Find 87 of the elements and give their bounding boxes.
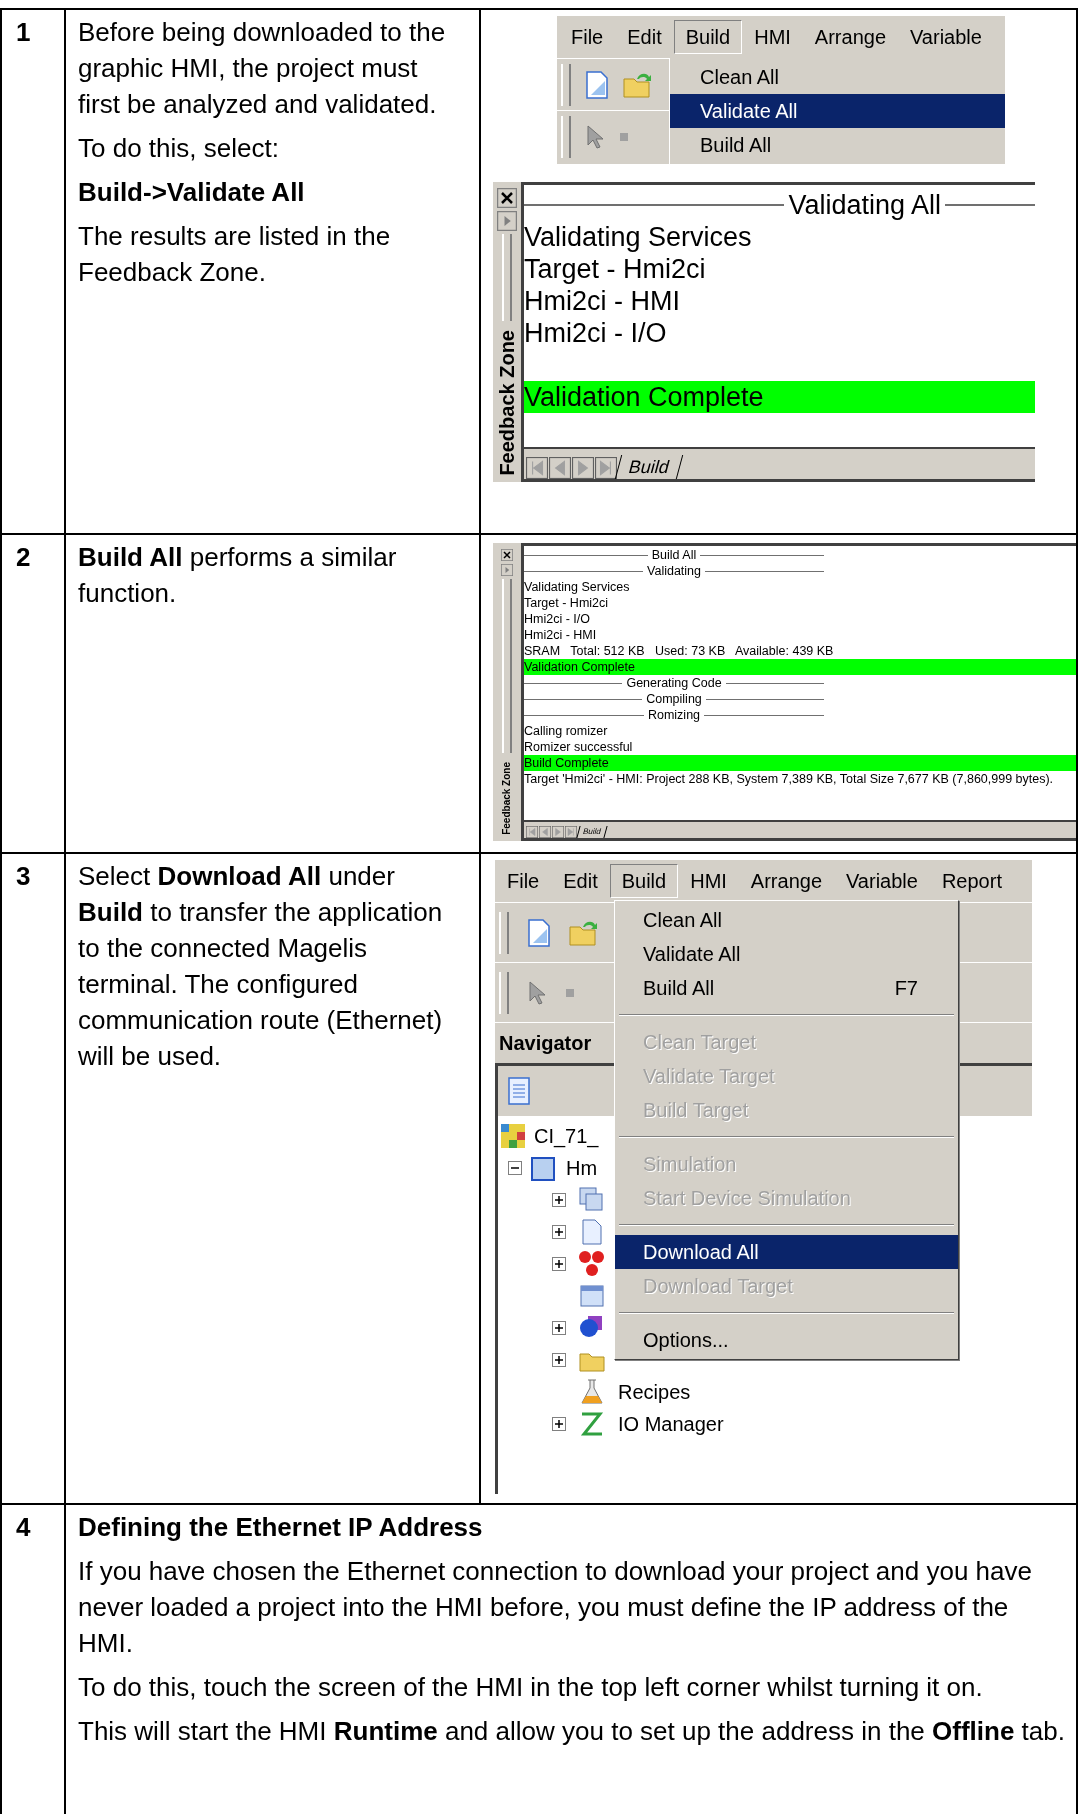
paragraph: This will start the HMI Runtime and allow you to set up the address in the Offline tab. (78, 1715, 1066, 1748)
paragraph: Defining the Ethernet IP Address (78, 1511, 484, 1544)
window-icon (578, 1282, 606, 1310)
minus-box-icon[interactable] (508, 1161, 522, 1175)
paragraph: Select Download All under Build to transfer the application to the connected Magelis terminal. The configured communication route (Ethernet) will be used. (78, 860, 444, 1073)
flask-icon (578, 1378, 606, 1406)
scroll-arrow-icon[interactable] (565, 826, 577, 838)
log-line: Hmi2ci - HMI (524, 627, 598, 643)
square-icon (530, 1154, 558, 1182)
log-line: Calling romizer (524, 723, 609, 739)
close-icon[interactable] (497, 188, 517, 208)
scroll-arrow-icon[interactable] (552, 826, 564, 838)
document-icon[interactable] (527, 918, 551, 947)
plus-box-icon[interactable] (552, 1417, 566, 1431)
section-heading: Validating All (788, 189, 941, 221)
menu-bar-item[interactable]: File (495, 864, 552, 898)
menu-bar-item[interactable]: Arrange (802, 20, 898, 54)
menu-bar-item[interactable]: HMI (678, 864, 739, 898)
menu-bar-item[interactable]: File (559, 20, 616, 54)
section-heading: Build All (651, 547, 697, 563)
panel-grip[interactable] (502, 579, 512, 754)
menu-bar-item[interactable]: Variable (834, 864, 930, 898)
paragraph: Before being downloaded to the graphic HMI, the project must first be analyzed and validated. (78, 16, 447, 121)
menu-bar-item[interactable]: Edit (551, 864, 610, 898)
panel-tab[interactable]: Build (614, 455, 684, 479)
log-line: Hmi2ci - I/O (524, 317, 668, 349)
section-heading: Compiling (646, 691, 702, 707)
grid-icon (500, 1123, 526, 1149)
log-line: Target - Hmi2ci (524, 595, 610, 611)
menu-item[interactable]: Validate All (670, 94, 1005, 128)
panel-tab[interactable]: Build (576, 826, 608, 838)
step-number: 3 (2, 854, 66, 1505)
paragraph: The results are listed in the Feedback Zone. (78, 220, 392, 289)
plus-box-icon[interactable] (552, 1225, 566, 1239)
log-line: Validating Services (524, 221, 753, 253)
toolbar-grip[interactable] (561, 63, 571, 106)
toolbar-grip[interactable] (499, 911, 509, 954)
menu-bar-item[interactable]: Variable (898, 20, 994, 54)
menu-bar-item[interactable]: Report (929, 864, 1014, 898)
pane-title: Navigator (499, 1031, 592, 1056)
log-line: Hmi2ci - I/O (524, 611, 591, 627)
log-line: Target - Hmi2ci (524, 253, 707, 285)
pointer-icon[interactable] (527, 979, 547, 1006)
panel-title: Feedback Zone (496, 329, 518, 478)
plus-box-icon[interactable] (552, 1321, 566, 1335)
step-number: 1 (2, 10, 66, 535)
toolbar-grip[interactable] (561, 115, 571, 158)
paragraph: Build All performs a similar function. (78, 541, 398, 610)
menu-item[interactable]: Clean All (615, 903, 958, 937)
log-line: Romizer successful (524, 739, 634, 755)
log-line: Validating Services (524, 579, 631, 595)
stacked-pages-icon (578, 1186, 606, 1214)
paragraph: Build->Validate All (78, 176, 306, 209)
menu-item[interactable]: Clean All (670, 60, 1005, 94)
step-number: 4 (2, 1505, 66, 1814)
plus-box-icon[interactable] (552, 1257, 566, 1271)
plus-box-icon[interactable] (552, 1193, 566, 1207)
panel-title: Feedback Zone (501, 761, 513, 837)
alarm-lights-icon (578, 1250, 606, 1278)
menu-bar-item[interactable]: Build (673, 20, 743, 54)
menu-bar-item[interactable]: Arrange (738, 864, 834, 898)
panel-grip[interactable] (502, 234, 512, 322)
plus-box-icon[interactable] (552, 1353, 566, 1367)
section-heading: Romizing (647, 707, 701, 723)
close-icon[interactable] (501, 549, 513, 561)
menu-item[interactable]: Download All (615, 1235, 958, 1269)
paragraph: To do this, select: (78, 132, 280, 165)
step-number: 2 (2, 535, 66, 854)
pointer-icon[interactable] (585, 123, 605, 150)
document-icon[interactable] (585, 70, 609, 99)
log-line: SRAM Total: 512 KB Used: 73 KB Available: 439 KB (524, 643, 835, 659)
log-line: Hmi2ci - HMI (524, 285, 681, 317)
menu-item[interactable]: Validate All (615, 937, 958, 971)
scroll-arrow-icon[interactable] (539, 826, 551, 838)
menu-bar-item[interactable]: Edit (615, 20, 674, 54)
menu-item[interactable]: Options... (615, 1323, 958, 1357)
scroll-arrow-icon[interactable] (526, 826, 538, 838)
toolbar-grip[interactable] (499, 971, 509, 1014)
section-heading: Validating (647, 563, 701, 579)
document-icon[interactable] (508, 1077, 530, 1105)
section-heading: Generating Code (626, 675, 722, 691)
menu-bar-item[interactable]: HMI (742, 20, 803, 54)
paragraph: If you have chosen the Ethernet connection to download your project and you have never loaded a project into the HMI before, you must define the IP address of the HMI. (78, 1555, 1033, 1660)
paragraph: To do this, touch the screen of the HMI in the top left corner whilst turning it on. (78, 1671, 984, 1704)
menu-bar-item[interactable]: Build (609, 864, 679, 898)
menu-item[interactable]: Build All (670, 128, 1005, 162)
log-line: Target 'Hmi2ci' - HMI: Project 288 KB, System 7,389 KB, Total Size 7,677 KB (7,860,999 bytes). (524, 771, 1055, 787)
